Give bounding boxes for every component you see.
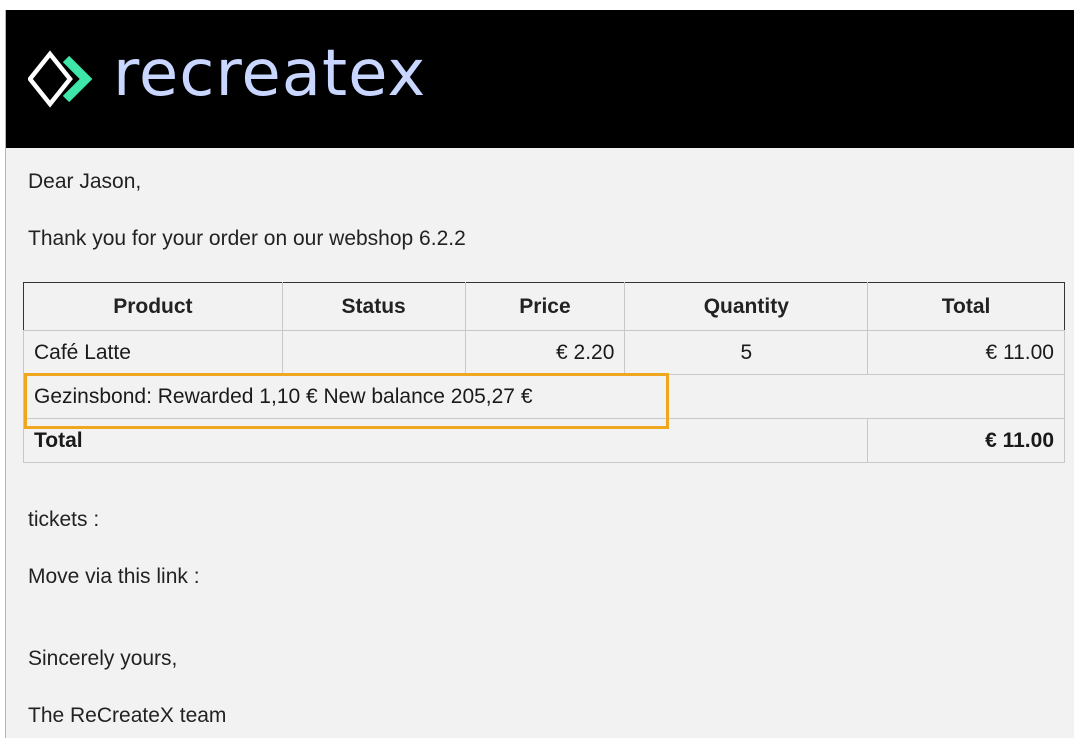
column-header-price: Price	[464, 282, 626, 331]
column-header-product: Product	[23, 282, 283, 331]
reward-note: Gezinsbond: Rewarded 1,10 € New balance …	[23, 374, 1065, 419]
email-body: recreatex Dear Jason, Thank you for your…	[5, 10, 1074, 738]
greeting: Dear Jason,	[28, 170, 142, 193]
cell-total: € 11.00	[867, 330, 1065, 375]
intro-text: Thank you for your order on our webshop …	[28, 227, 466, 250]
total-label: Total	[22, 418, 869, 463]
column-header-status: Status	[281, 282, 466, 331]
order-table: Product Status Price Quantity Total Café…	[22, 282, 1065, 463]
cell-status	[281, 330, 466, 375]
column-header-total: Total	[867, 282, 1065, 331]
column-header-quantity: Quantity	[624, 282, 869, 331]
tickets-line: tickets :	[28, 508, 100, 531]
brand-wordmark: recreatex	[113, 37, 427, 111]
move-link-line: Move via this link :	[28, 565, 200, 588]
cell-quantity: 5	[624, 330, 869, 375]
total-value: € 11.00	[867, 418, 1065, 463]
total-row: Total € 11.00	[22, 418, 1065, 463]
table-row: Café Latte € 2.20 5 € 11.00	[23, 330, 1065, 375]
reward-row: Gezinsbond: Rewarded 1,10 € New balance …	[23, 374, 1065, 419]
signature-line: The ReCreateX team	[28, 704, 227, 727]
recreatex-logo-icon	[28, 50, 93, 108]
table-header-row: Product Status Price Quantity Total	[23, 282, 1065, 331]
brand-banner: recreatex	[6, 10, 1074, 148]
closing-line: Sincerely yours,	[28, 647, 178, 670]
cell-product: Café Latte	[23, 330, 283, 375]
cell-price: € 2.20	[464, 330, 626, 375]
